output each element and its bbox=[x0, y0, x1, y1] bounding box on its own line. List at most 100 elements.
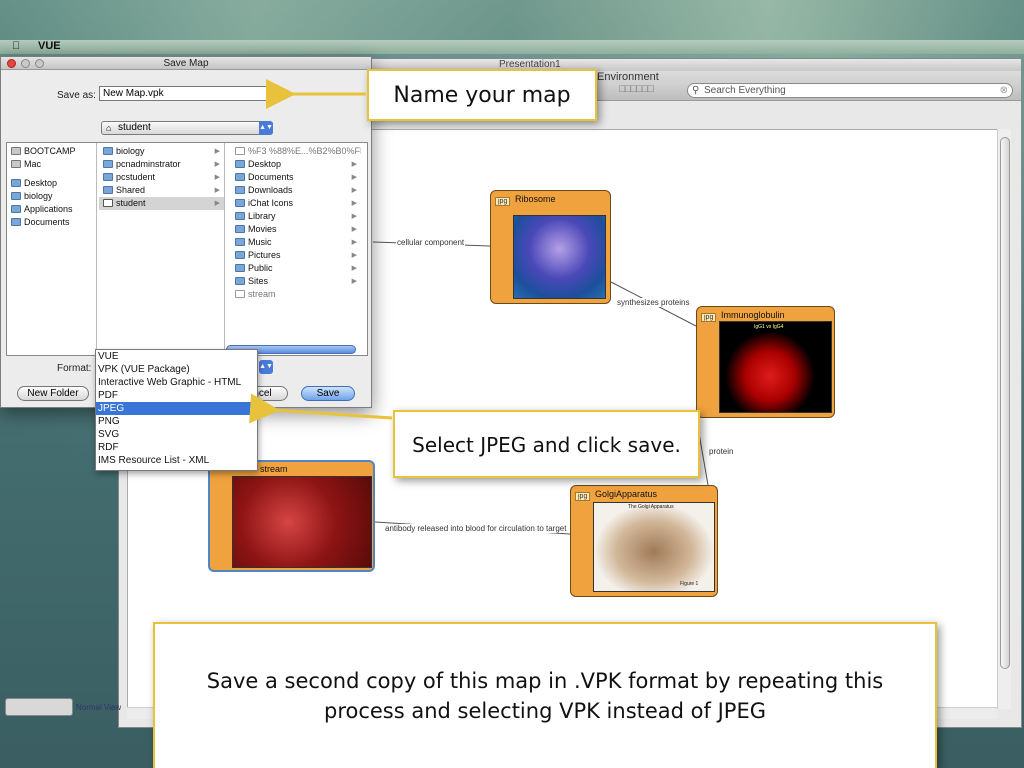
ribosome-image bbox=[513, 215, 606, 299]
chevron-updown-icon[interactable]: ▲▼ bbox=[259, 360, 273, 374]
item-label: Library bbox=[248, 211, 276, 221]
save-button[interactable]: Save bbox=[301, 386, 355, 401]
home-icon: ⌂ bbox=[106, 123, 112, 133]
node-label: stream bbox=[260, 464, 288, 474]
view-switcher[interactable] bbox=[5, 698, 73, 716]
chevron-right-icon: ▶ bbox=[214, 200, 220, 207]
chevron-right-icon: ▶ bbox=[351, 174, 357, 181]
chevron-right-icon: ▶ bbox=[351, 161, 357, 168]
chevron-right-icon: ▶ bbox=[351, 252, 357, 259]
list-item[interactable]: Movies ▶ bbox=[231, 223, 361, 236]
item-label: Music bbox=[248, 237, 272, 247]
menu-item-vue[interactable]: VUE bbox=[96, 350, 257, 363]
folder-icon bbox=[235, 277, 245, 285]
list-item[interactable]: Public ▶ bbox=[231, 262, 361, 275]
list-item[interactable]: pcstudent ▶ bbox=[99, 171, 224, 184]
chevron-right-icon: ▶ bbox=[351, 278, 357, 285]
folder-icon bbox=[235, 264, 245, 272]
link-label: antibody released into blood for circula… bbox=[384, 524, 568, 533]
menu-item-jpeg[interactable]: JPEG bbox=[96, 402, 257, 415]
location-dropdown[interactable]: ⌂ student ▲▼ bbox=[101, 121, 273, 135]
chevron-right-icon: ▶ bbox=[351, 187, 357, 194]
menu-item-rdf[interactable]: RDF bbox=[96, 441, 257, 454]
sidebar-item-label: Mac bbox=[24, 159, 42, 169]
list-item[interactable]: Pictures ▶ bbox=[231, 249, 361, 262]
folder-icon bbox=[103, 160, 113, 168]
folder-icon bbox=[235, 160, 245, 168]
list-item[interactable]: %F3 %88%E...%B2%B0%FD bbox=[231, 145, 361, 158]
menu-item-svg[interactable]: SVG bbox=[96, 428, 257, 441]
menu-item-pdf[interactable]: PDF bbox=[96, 389, 257, 402]
list-item[interactable]: Documents ▶ bbox=[231, 171, 361, 184]
folder-icon bbox=[11, 205, 21, 213]
chevron-right-icon: ▶ bbox=[214, 161, 220, 168]
item-label: student bbox=[116, 198, 146, 208]
folder-icon bbox=[235, 225, 245, 233]
list-item[interactable]: stream bbox=[231, 288, 361, 301]
list-item[interactable]: Sites ▶ bbox=[231, 275, 361, 288]
chevron-right-icon: ▶ bbox=[214, 174, 220, 181]
new-folder-button[interactable]: New Folder bbox=[17, 386, 89, 401]
close-button[interactable] bbox=[7, 59, 16, 68]
sidebar-item-applications[interactable]: Applications bbox=[7, 203, 96, 216]
save-as-field[interactable] bbox=[99, 86, 274, 101]
app-menu[interactable]: VUE bbox=[38, 40, 61, 52]
list-item[interactable]: pcnadminstrator ▶ bbox=[99, 158, 224, 171]
chevron-updown-icon: ▲▼ bbox=[259, 121, 273, 135]
list-item[interactable]: biology ▶ bbox=[99, 145, 224, 158]
list-item[interactable]: Music ▶ bbox=[231, 236, 361, 249]
item-label: Sites bbox=[248, 276, 269, 286]
folder-icon bbox=[103, 173, 113, 181]
drive-icon bbox=[11, 147, 21, 155]
item-label: Pictures bbox=[248, 250, 281, 260]
list-item[interactable]: iChat Icons ▶ bbox=[231, 197, 361, 210]
menu-item-vpk[interactable]: VPK (VUE Package) bbox=[96, 363, 257, 376]
sidebar-item-documents[interactable]: Documents bbox=[7, 216, 96, 229]
scroll-thumb[interactable] bbox=[1000, 137, 1010, 669]
menu-item-png[interactable]: PNG bbox=[96, 415, 257, 428]
chevron-right-icon: ▶ bbox=[351, 265, 357, 272]
list-item[interactable]: Downloads ▶ bbox=[231, 184, 361, 197]
menu-item-html[interactable]: Interactive Web Graphic - HTML bbox=[96, 376, 257, 389]
drive-icon bbox=[11, 160, 21, 168]
sidebar-item-label: biology bbox=[24, 191, 53, 201]
list-item-selected[interactable]: student ▶ bbox=[99, 197, 224, 210]
jpg-badge: jpg bbox=[495, 197, 511, 206]
node-immunoglobulin[interactable]: jpg Immunoglobulin IgG1 vs IgG4 bbox=[696, 306, 835, 418]
item-label: iChat Icons bbox=[248, 198, 294, 208]
vertical-scrollbar[interactable] bbox=[997, 129, 1011, 709]
sidebar-item-desktop[interactable]: Desktop bbox=[7, 177, 96, 190]
format-dropdown-menu[interactable]: VUE VPK (VUE Package) Interactive Web Gr… bbox=[95, 349, 258, 471]
folder-icon bbox=[235, 199, 245, 207]
menu-bar:  VUE bbox=[0, 40, 1024, 54]
sidebar-item-mac[interactable]: Mac bbox=[7, 158, 96, 171]
item-label: %F3 %88%E...%B2%B0%FD bbox=[248, 146, 361, 156]
sidebar-item-biology[interactable]: biology bbox=[7, 190, 96, 203]
node-label: Immunoglobulin bbox=[721, 310, 785, 320]
item-label: Downloads bbox=[248, 185, 293, 195]
chevron-right-icon: ▶ bbox=[351, 226, 357, 233]
clear-icon[interactable]: ⊗ bbox=[1000, 84, 1008, 97]
save-as-label: Save as: bbox=[57, 90, 96, 101]
node-blood-stream[interactable]: stream bbox=[208, 460, 375, 572]
search-input[interactable]: ⚲ Search Everything ⊗ bbox=[687, 83, 1013, 98]
folder-icon bbox=[11, 192, 21, 200]
list-item[interactable]: Library ▶ bbox=[231, 210, 361, 223]
list-item[interactable]: Desktop ▶ bbox=[231, 158, 361, 171]
link-label: synthesizes proteins bbox=[616, 298, 691, 307]
minimize-button[interactable] bbox=[21, 59, 30, 68]
item-label: pcstudent bbox=[116, 172, 156, 182]
location-value: student bbox=[118, 122, 151, 133]
list-item[interactable]: Shared ▶ bbox=[99, 184, 224, 197]
sidebar-item-bootcamp[interactable]: BOOTCAMP bbox=[7, 145, 96, 158]
dialog-titlebar: Save Map bbox=[1, 57, 371, 70]
menu-item-ims[interactable]: IMS Resource List - XML bbox=[96, 454, 257, 467]
node-ribosome[interactable]: jpg Ribosome bbox=[490, 190, 611, 304]
chevron-right-icon: ▶ bbox=[214, 148, 220, 155]
apple-icon[interactable]:  bbox=[12, 40, 20, 52]
zoom-button[interactable] bbox=[35, 59, 44, 68]
sidebar-item-label: BOOTCAMP bbox=[24, 146, 76, 156]
image-caption: The Golgi Apparatus bbox=[628, 504, 674, 510]
normal-view-label: Normal View bbox=[76, 703, 122, 712]
node-golgi-apparatus[interactable]: jpg GolgiApparatus The Golgi Apparatus F… bbox=[570, 485, 718, 597]
